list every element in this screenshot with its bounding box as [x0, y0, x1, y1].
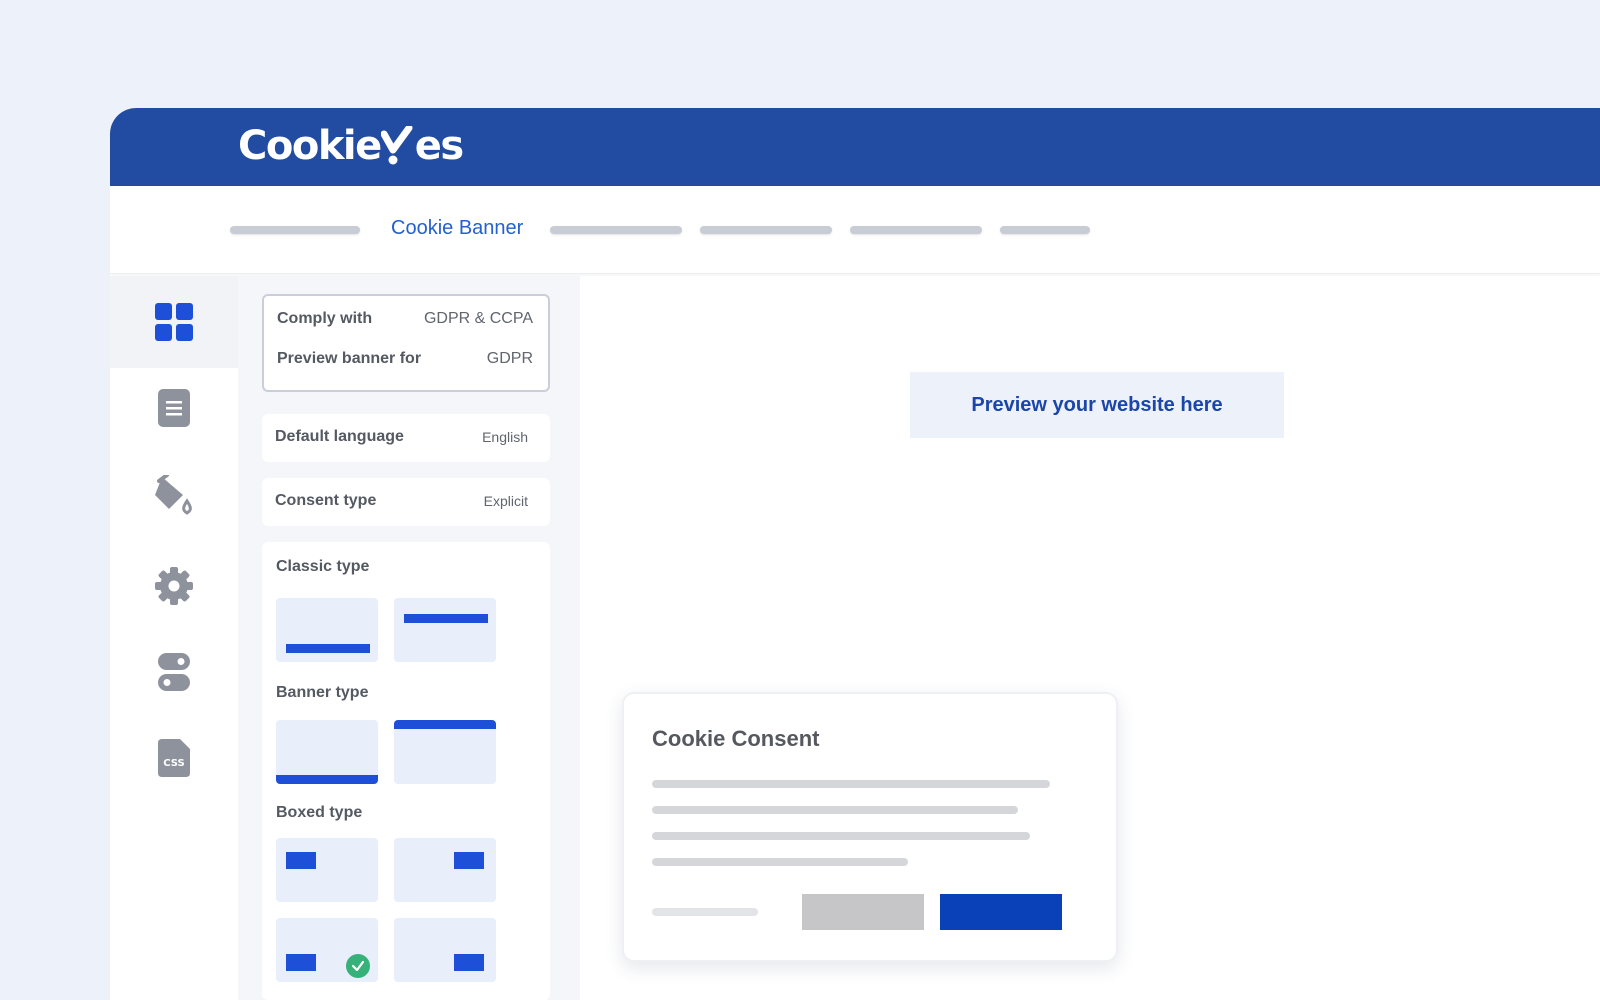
banner-bottom-option[interactable] [276, 720, 378, 784]
sidebar-item-document[interactable] [110, 362, 238, 454]
boxed-top-left-option[interactable] [276, 838, 378, 902]
comply-with-row[interactable]: Comply with GDPR & CCPA [277, 310, 533, 328]
dashboard-icon [155, 303, 193, 341]
sidebar-item-settings[interactable] [110, 540, 238, 632]
nav-bar: Cookie Banner [110, 186, 1600, 274]
consent-title: Cookie Consent [652, 726, 820, 751]
consent-text-line [652, 832, 1030, 840]
preview-for-label: Preview banner for [277, 350, 422, 367]
reject-button[interactable] [802, 894, 924, 930]
classic-bottom-option[interactable] [276, 598, 378, 662]
gear-icon [155, 567, 193, 605]
sidebar-item-dashboard[interactable] [110, 276, 238, 368]
preview-placeholder-text: Preview your website here [971, 393, 1223, 416]
boxed-type-label: Boxed type [276, 804, 363, 821]
icon-sidebar: CSS [110, 276, 238, 1000]
logo-text: Cookie [238, 123, 382, 169]
customize-link[interactable] [652, 908, 758, 916]
language-value[interactable]: English [482, 429, 528, 445]
consent-text-line [652, 780, 1050, 788]
sidebar-item-toggles[interactable] [110, 626, 238, 718]
toggle-icon [158, 653, 190, 691]
svg-text:CSS: CSS [163, 758, 184, 769]
cookieyes-logo[interactable]: Cookie es [238, 123, 464, 169]
paint-bucket-icon [155, 475, 192, 515]
nav-tab-placeholder[interactable] [1000, 226, 1090, 234]
preview-for-value: GDPR [486, 350, 533, 367]
preview-placeholder: Preview your website here [910, 372, 1284, 438]
classic-top-option[interactable] [394, 598, 496, 662]
sidebar-item-customize[interactable] [110, 450, 238, 542]
nav-tab-placeholder[interactable] [700, 226, 832, 234]
top-bar: Cookie es [110, 108, 1600, 186]
banner-top-option[interactable] [394, 720, 496, 784]
banner-type-label: Banner type [276, 684, 369, 701]
compliance-card[interactable]: Comply with GDPR & CCPA Preview banner f… [262, 294, 550, 392]
document-icon [158, 389, 190, 427]
css-file-icon: CSS [158, 739, 190, 777]
selected-check-icon [346, 954, 370, 978]
consent-text-line [652, 858, 908, 866]
consent-type-label: Consent type [275, 492, 377, 509]
nav-tab-placeholder[interactable] [550, 226, 682, 234]
boxed-top-right-option[interactable] [394, 838, 496, 902]
classic-type-label: Classic type [276, 558, 370, 575]
sidebar-item-custom-css[interactable]: CSS [110, 712, 238, 804]
comply-with-label: Comply with [277, 310, 373, 327]
language-card[interactable]: Default language English [262, 414, 550, 462]
accept-button[interactable] [940, 894, 1062, 930]
nav-tab-placeholder[interactable] [230, 226, 360, 234]
boxed-bottom-right-option[interactable] [394, 918, 496, 982]
boxed-bottom-left-option[interactable] [276, 918, 378, 982]
banner-layout-card: Classic type Banner type Boxed type [262, 542, 550, 1000]
consent-type-value[interactable]: Explicit [484, 493, 528, 509]
tab-cookie-banner[interactable]: Cookie Banner [391, 215, 523, 241]
consent-text-line [652, 806, 1018, 814]
preview-for-row[interactable]: Preview banner for GDPR [277, 350, 533, 368]
language-label: Default language [275, 428, 404, 445]
nav-tab-placeholder[interactable] [850, 226, 982, 234]
comply-with-value: GDPR & CCPA [423, 310, 533, 327]
logo-check-icon [380, 124, 413, 165]
cookie-consent-popup: Cookie Consent [622, 692, 1118, 962]
consent-type-card[interactable]: Consent type Explicit [262, 478, 550, 526]
settings-panel: Comply with GDPR & CCPA Preview banner f… [238, 276, 580, 1000]
